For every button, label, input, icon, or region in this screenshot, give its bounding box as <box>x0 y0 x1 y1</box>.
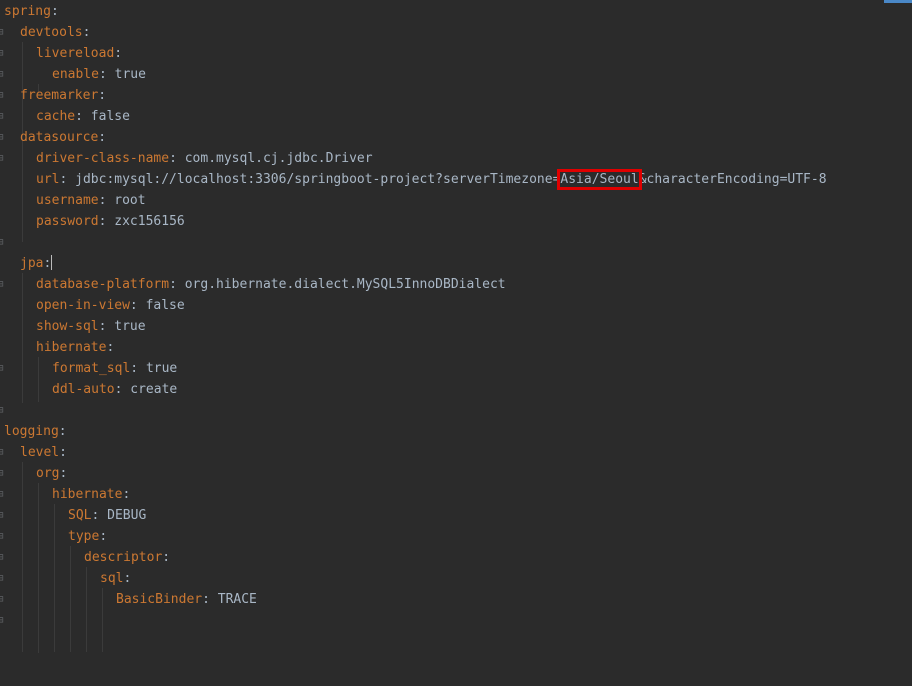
yaml-value: org.hibernate.dialect.MySQL5InnoDBDialec… <box>184 277 506 292</box>
yaml-key: SQL <box>68 508 92 523</box>
yaml-key: sql <box>100 571 124 586</box>
yaml-key: hibernate <box>36 340 107 355</box>
yaml-key: ddl-auto <box>52 382 115 397</box>
code-line[interactable]: ⊟ BasicBinder: TRACE <box>0 589 912 626</box>
text-caret <box>51 255 53 270</box>
yaml-editor[interactable]: ⊟ spring: ⊟ devtools: ⊟ livereload: ⊟ en… <box>0 0 912 686</box>
code-line[interactable]: ⊟ hibernate: <box>0 484 912 521</box>
code-line[interactable]: ⊟ spring: <box>0 1 912 38</box>
yaml-key: url <box>36 172 60 187</box>
code-line[interactable]: format_sql: true <box>0 358 912 379</box>
yaml-value: create <box>130 382 178 397</box>
code-line[interactable]: open-in-view: false <box>0 295 912 316</box>
yaml-value: true <box>114 67 146 82</box>
yaml-key: show-sql <box>36 319 99 334</box>
code-line[interactable] <box>0 400 912 421</box>
yaml-key: hibernate <box>52 487 123 502</box>
yaml-key: enable <box>52 67 99 82</box>
yaml-key: driver-class-name <box>36 151 170 166</box>
code-line[interactable]: show-sql: true <box>0 316 912 337</box>
yaml-key: database-platform <box>36 277 170 292</box>
code-line[interactable]: ⊟ freemarker: <box>0 85 912 122</box>
code-line[interactable]: ⊟ jpa: <box>0 253 912 290</box>
code-line[interactable]: ⊟ logging: <box>0 421 912 458</box>
code-line[interactable]: ⊟ enable: true <box>0 64 912 101</box>
yaml-key: format_sql <box>52 361 131 376</box>
code-line[interactable]: ⊟ hibernate: <box>0 337 912 374</box>
yaml-value: true <box>114 319 146 334</box>
fold-marker-icon[interactable]: ⊟ <box>0 610 4 631</box>
yaml-key: logging <box>4 424 59 439</box>
yaml-key: open-in-view <box>36 298 130 313</box>
yaml-key: password <box>36 214 99 229</box>
yaml-value: &characterEncoding=UTF-8 <box>638 172 827 187</box>
yaml-key: cache <box>36 109 76 124</box>
yaml-key: devtools <box>20 25 83 40</box>
yaml-key: username <box>36 193 99 208</box>
yaml-value: false <box>145 298 185 313</box>
yaml-key: level <box>20 445 60 460</box>
yaml-key: freemarker <box>20 88 99 103</box>
code-line[interactable]: ⊟ password: zxc156156 <box>0 211 912 248</box>
code-line[interactable]: ⊟ devtools: <box>0 22 912 59</box>
highlighted-timezone: Asia/Seoul <box>557 169 642 190</box>
code-line[interactable]: url: jdbc:mysql://localhost:3306/springb… <box>0 169 912 190</box>
code-line[interactable]: driver-class-name: com.mysql.cj.jdbc.Dri… <box>0 148 912 169</box>
yaml-value: false <box>90 109 130 124</box>
yaml-key: org <box>36 466 60 481</box>
yaml-value: zxc156156 <box>114 214 185 229</box>
code-line[interactable]: ⊟ ddl-auto: create <box>0 379 912 416</box>
code-line[interactable]: ⊟ type: <box>0 526 912 563</box>
code-line[interactable]: ⊟ livereload: <box>0 43 912 80</box>
code-line[interactable]: ⊟ sql: <box>0 568 912 605</box>
yaml-value: DEBUG <box>107 508 147 523</box>
code-line[interactable]: ⊟ level: <box>0 442 912 479</box>
code-line[interactable]: ⊟ descriptor: <box>0 547 912 584</box>
yaml-value: jdbc:mysql://localhost:3306/springboot-p… <box>75 172 561 187</box>
code-line[interactable]: database-platform: org.hibernate.dialect… <box>0 274 912 295</box>
code-line[interactable]: username: root <box>0 190 912 211</box>
yaml-key: descriptor <box>84 550 163 565</box>
code-line[interactable]: ⊟ org: <box>0 463 912 500</box>
yaml-key: BasicBinder <box>116 592 203 607</box>
yaml-value: TRACE <box>217 592 257 607</box>
code-line[interactable]: ⊟ datasource: <box>0 127 912 164</box>
code-line[interactable]: ⊟ SQL: DEBUG <box>0 505 912 542</box>
code-line[interactable]: ⊟ cache: false <box>0 106 912 143</box>
yaml-value: root <box>114 193 146 208</box>
code-line[interactable] <box>0 232 912 253</box>
yaml-value: com.mysql.cj.jdbc.Driver <box>184 151 373 166</box>
yaml-key: datasource <box>20 130 99 145</box>
yaml-key: spring <box>4 4 51 19</box>
yaml-key: livereload <box>36 46 115 61</box>
yaml-key: jpa <box>20 256 44 271</box>
yaml-value: true <box>145 361 178 376</box>
yaml-key: type <box>68 529 100 544</box>
